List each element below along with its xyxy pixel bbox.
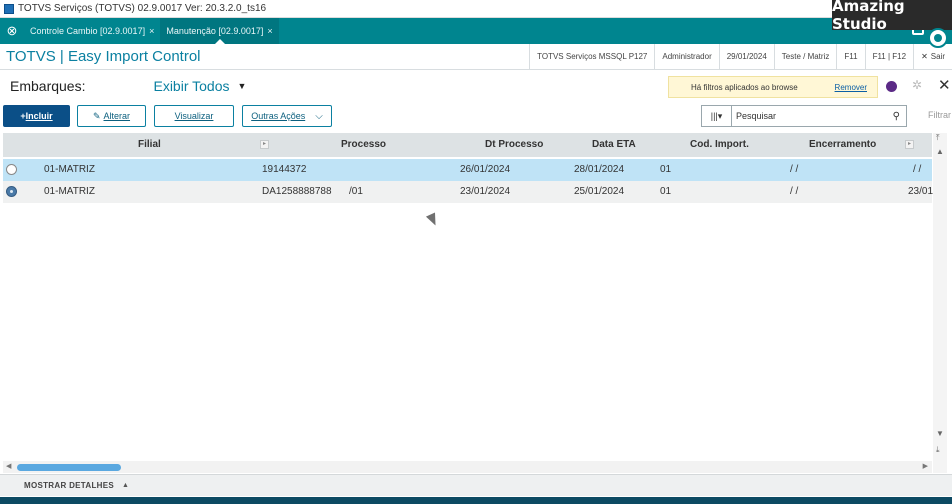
chevron-up-icon[interactable]: ▲ — [122, 482, 129, 489]
date-label: 29/01/2024 — [718, 44, 774, 69]
window-titlebar: TOTVS Serviços (TOTVS) 02.9.0017 Ver: 20… — [0, 0, 952, 33]
tab-controle-cambio[interactable]: Controle Cambio [02.9.0017] × — [24, 18, 160, 44]
column-encerramento[interactable]: Encerramento — [809, 139, 876, 150]
cell-dt-processo: 26/01/2024 — [460, 164, 511, 175]
environment-label: TOTVS Serviços MSSQL P127 — [529, 44, 654, 69]
grid-header: Filial ▸ Processo Dt Processo Data ETA C… — [3, 133, 932, 157]
table-row[interactable]: 01-MATRIZ DA1258888788 /01 23/01/2024 25… — [3, 181, 934, 203]
app-icon — [4, 3, 14, 14]
filter-notice: Há filtros aplicados ao browse Remover — [668, 76, 878, 98]
details-footer[interactable]: MOSTRAR DETALHES ▲ — [0, 474, 952, 496]
scroll-bottom-icon[interactable]: ⤓ — [936, 445, 940, 455]
f11-f12-shortcut[interactable]: F11 | F12 — [864, 44, 914, 69]
browse-title: Embarques: — [10, 78, 86, 94]
cell-extra: 23/01 — [908, 186, 934, 197]
view-selector[interactable]: Exibir Todos — [153, 78, 229, 94]
cell-data-eta: 28/01/2024 — [574, 164, 625, 175]
horizontal-scrollbar[interactable]: ◀ ▶ — [3, 461, 932, 473]
scroll-right-icon[interactable]: ▸ — [905, 140, 914, 149]
sort-icon[interactable]: ▸ — [260, 140, 269, 149]
cell-encerramento: / / — [790, 186, 799, 197]
logout-button[interactable]: ✕ Sair — [913, 44, 952, 69]
search-input[interactable]: Pesquisar — [736, 111, 776, 121]
column-dt-processo[interactable]: Dt Processo — [485, 139, 543, 150]
chat-icon[interactable] — [928, 28, 948, 48]
column-processo[interactable]: Processo — [341, 139, 386, 150]
show-details-label[interactable]: MOSTRAR DETALHES — [24, 481, 114, 490]
cell-filial: 01-MATRIZ — [44, 164, 95, 175]
vertical-scrollbar[interactable]: ⤒ ▲ ▼ ⤓ — [933, 133, 947, 473]
visualizar-label: Visualizar — [174, 111, 214, 121]
cell-filial: 01-MATRIZ — [44, 186, 95, 197]
cell-data-eta: 25/01/2024 — [574, 186, 625, 197]
browse-grid: Filial ▸ Processo Dt Processo Data ETA C… — [3, 133, 934, 461]
cell-extra: / / — [913, 164, 922, 175]
cell-cod-import: 01 — [660, 186, 672, 197]
remove-filter-link[interactable]: Remover — [835, 83, 867, 92]
cell-processo: 19144372 — [262, 164, 307, 175]
tab-label: Controle Cambio [02.9.0017] — [30, 26, 146, 36]
alterar-button[interactable]: ✎ Alterar — [77, 105, 146, 127]
cell-cod-import: 01 — [660, 164, 672, 175]
incluir-label: Incluir — [25, 111, 53, 121]
search-box[interactable]: |||▾ Pesquisar ⚲ — [701, 105, 907, 127]
close-tab-icon[interactable]: × — [149, 26, 154, 36]
close-icon[interactable]: ✕ — [938, 76, 951, 94]
cell-processo: DA1258888788 — [262, 186, 332, 197]
table-row[interactable]: 01-MATRIZ 19144372 26/01/2024 28/01/2024… — [3, 159, 932, 181]
scroll-thumb[interactable] — [17, 464, 121, 471]
session-info: TOTVS Serviços MSSQL P127 Administrador … — [529, 44, 952, 69]
cell-dt-processo: 23/01/2024 — [460, 186, 511, 197]
module-tabstrip: ⊗ Controle Cambio [02.9.0017] × Manutenç… — [0, 18, 952, 44]
incluir-button[interactable]: + Incluir — [3, 105, 70, 127]
visualizar-button[interactable]: Visualizar — [154, 105, 234, 127]
scroll-top-icon[interactable]: ⤒ — [936, 133, 940, 143]
watermark-logo: Amazing Studio — [832, 0, 952, 33]
scroll-left-icon[interactable]: ◀ — [6, 462, 11, 470]
home-icon[interactable]: ⊗ — [0, 18, 24, 44]
columns-selector[interactable]: |||▾ — [702, 106, 732, 126]
column-data-eta[interactable]: Data ETA — [592, 139, 636, 150]
outras-acoes-label: Outras Ações — [251, 111, 306, 121]
column-filial[interactable]: Filial — [138, 139, 161, 150]
filter-button[interactable]: Filtrar — [928, 110, 951, 120]
bottom-bar — [0, 497, 952, 504]
filter-message: Há filtros aplicados ao browse — [691, 82, 798, 92]
status-dot-icon[interactable] — [886, 81, 897, 92]
branch-label[interactable]: Teste / Matriz — [773, 44, 837, 69]
search-icon[interactable]: ⚲ — [893, 111, 900, 122]
gear-icon[interactable]: ✲ — [912, 78, 922, 92]
cell-processo-suffix: /01 — [349, 186, 363, 197]
alterar-label: Alterar — [103, 111, 131, 121]
close-tab-icon[interactable]: × — [267, 26, 272, 36]
column-cod-import[interactable]: Cod. Import. — [690, 139, 749, 150]
chevron-down-icon: ⌵ — [315, 110, 323, 122]
window-title: TOTVS Serviços (TOTVS) 02.9.0017 Ver: 20… — [18, 3, 267, 14]
app-header: TOTVS | Easy Import Control TOTVS Serviç… — [0, 44, 952, 70]
scroll-up-icon[interactable]: ▲ — [936, 147, 944, 156]
user-label: Administrador — [654, 44, 718, 69]
row-radio[interactable] — [6, 164, 17, 175]
cell-encerramento: / / — [790, 164, 799, 175]
scroll-right-icon[interactable]: ▶ — [923, 462, 928, 470]
row-radio[interactable] — [6, 186, 17, 197]
chevron-down-icon[interactable]: ▼ — [238, 81, 247, 91]
outras-acoes-button[interactable]: Outras Ações ⌵ — [242, 105, 332, 127]
pencil-icon: ✎ — [92, 110, 101, 121]
tab-label: Manutenção [02.9.0017] — [166, 26, 264, 36]
f11-shortcut[interactable]: F11 — [836, 44, 864, 69]
tab-manutencao[interactable]: Manutenção [02.9.0017] × — [160, 18, 279, 44]
scroll-down-icon[interactable]: ▼ — [936, 429, 944, 438]
page-title: TOTVS | Easy Import Control — [6, 48, 201, 65]
